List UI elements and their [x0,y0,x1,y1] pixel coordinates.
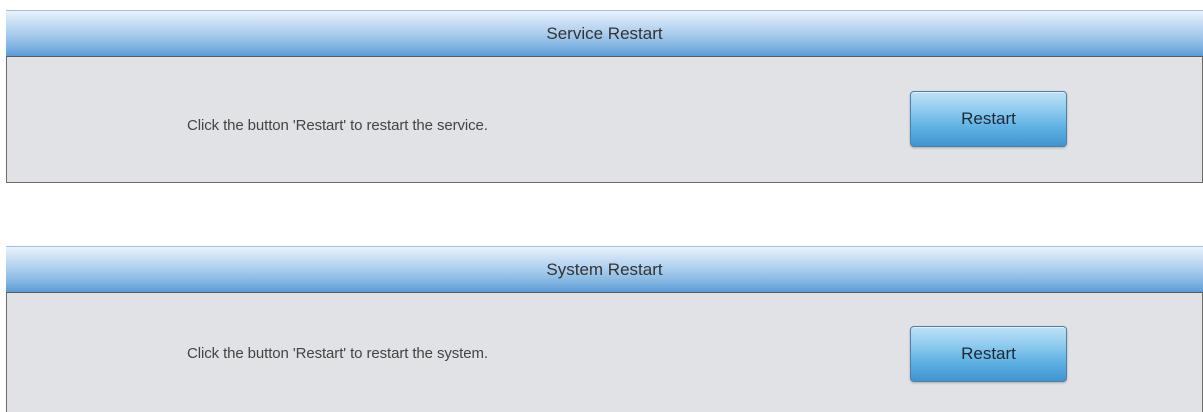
system-restart-title: System Restart [546,259,663,279]
service-restart-panel: Service Restart Click the button 'Restar… [6,10,1203,183]
service-restart-title: Service Restart [546,23,663,43]
service-restart-header: Service Restart [6,10,1203,56]
system-restart-description: Click the button 'Restart' to restart th… [187,345,488,362]
system-restart-body: Click the button 'Restart' to restart th… [6,292,1203,412]
service-restart-button[interactable]: Restart [910,91,1067,147]
system-restart-header: System Restart [6,246,1203,292]
service-restart-body: Click the button 'Restart' to restart th… [6,56,1203,183]
service-restart-description: Click the button 'Restart' to restart th… [187,117,488,134]
system-restart-panel: System Restart Click the button 'Restart… [6,246,1203,412]
system-restart-button[interactable]: Restart [910,326,1067,382]
